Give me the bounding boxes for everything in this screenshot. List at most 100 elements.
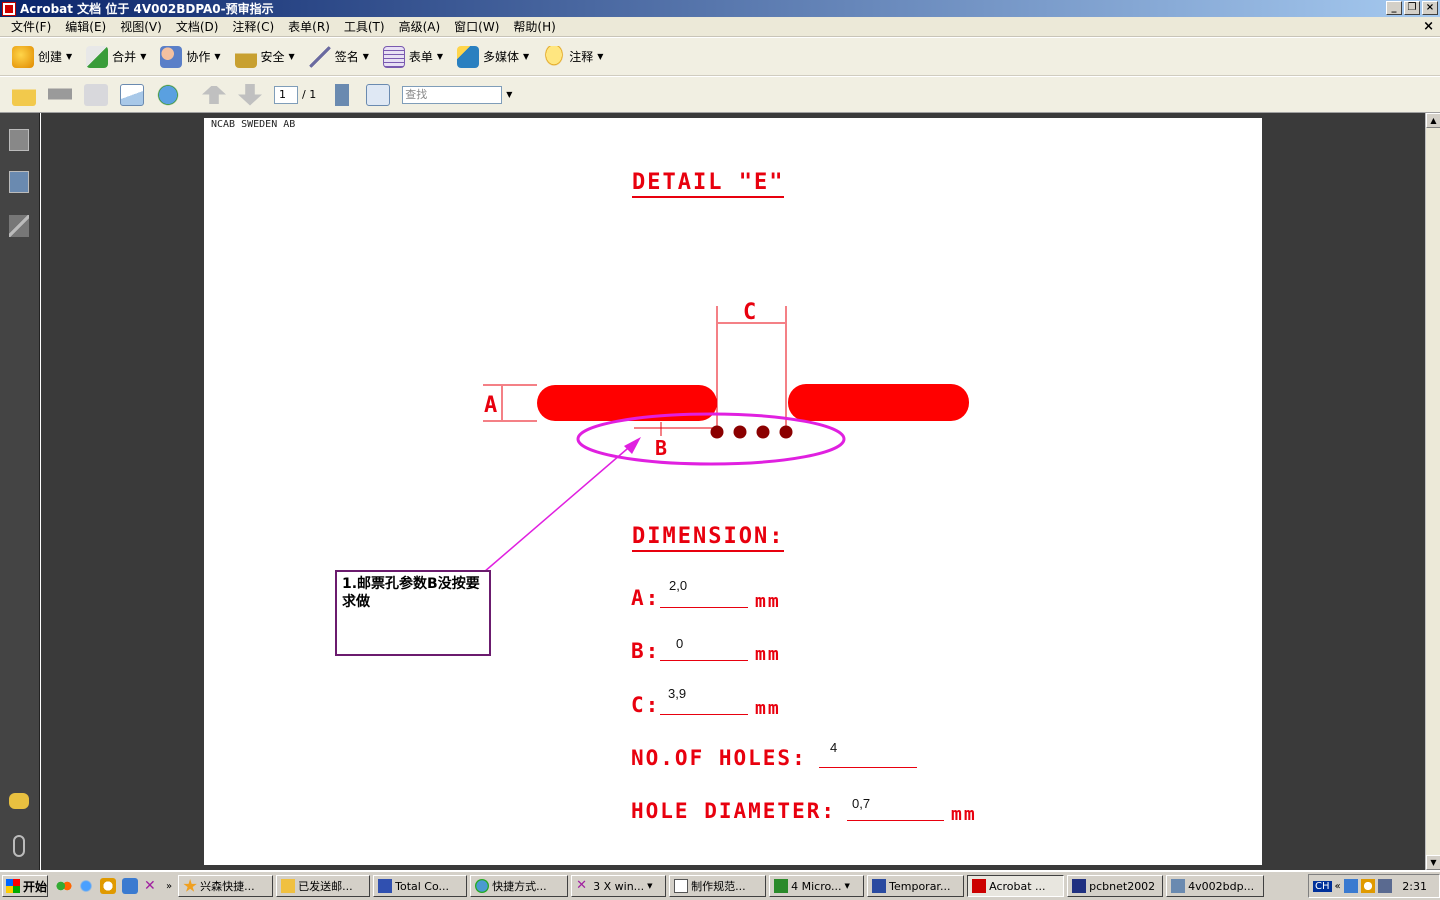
multimedia-button[interactable]: 多媒体 ▼ — [457, 45, 529, 68]
comments-icon[interactable] — [9, 793, 29, 809]
x-app-icon[interactable]: ✕ — [144, 878, 160, 894]
email-icon[interactable] — [120, 83, 144, 106]
find-dropdown-icon[interactable]: ▼ — [506, 90, 512, 99]
row-diameter-value: 0,7 — [852, 796, 871, 811]
quicklaunch-more-icon[interactable]: » — [166, 881, 172, 892]
input-method-indicator[interactable]: CH — [1313, 880, 1332, 892]
start-label: 开始 — [23, 879, 48, 894]
task-button-5[interactable]: ✕ 3 X win... ▼ — [571, 875, 667, 897]
explorer-icon[interactable] — [122, 878, 138, 894]
row-b-unit: mm — [755, 644, 781, 665]
hole-4 — [779, 425, 793, 439]
forms-button[interactable]: 表单 ▼ — [382, 45, 443, 68]
clock[interactable]: 2:31 — [1402, 880, 1427, 893]
mail-sent-icon — [281, 879, 296, 893]
close-button[interactable]: × — [1422, 1, 1438, 15]
dim-label-b: B — [655, 436, 667, 460]
task-label-10: pcbnet2002 — [1089, 879, 1156, 893]
task-label-4: 快捷方式... — [492, 880, 547, 893]
minimize-button[interactable]: _ — [1386, 1, 1402, 15]
fit-width-icon[interactable] — [330, 83, 355, 106]
tray-expand-icon[interactable]: « — [1335, 881, 1341, 892]
clock-tray-icon[interactable] — [1360, 879, 1375, 893]
dim-label-c: C — [743, 300, 756, 325]
menu-view[interactable]: 视图(V) — [113, 18, 169, 35]
task-label-9: Acrobat ... — [989, 879, 1046, 893]
task-label-1: 兴森快捷... — [200, 880, 255, 893]
start-button[interactable]: 开始 — [2, 875, 48, 897]
secure-label: 安全 — [260, 50, 285, 64]
menu-document[interactable]: 文档(D) — [169, 18, 226, 35]
collaborate-button[interactable]: 协作 ▼ — [160, 45, 221, 68]
task-button-4[interactable]: 快捷方式... — [470, 875, 569, 897]
menu-edit[interactable]: 编辑(E) — [58, 18, 113, 35]
monitor-icon[interactable] — [1377, 879, 1392, 893]
forms-label: 表单 — [408, 50, 433, 64]
clock-app-icon[interactable] — [100, 878, 116, 894]
task-toolbar: 创建 ▼ 合并 ▼ 协作 ▼ 安全 ▼ 签名 ▼ 表单 ▼ 多媒体 ▼ 注释 ▼ — [0, 38, 1440, 76]
lock-icon — [234, 45, 257, 68]
signatures-icon[interactable] — [9, 215, 29, 237]
page-number-input[interactable]: 1 — [274, 85, 298, 104]
menu-forms[interactable]: 表单(R) — [281, 18, 337, 35]
open-folder-icon[interactable] — [12, 83, 36, 106]
upload-globe-icon[interactable] — [156, 83, 180, 106]
combine-button[interactable]: 合并 ▼ — [86, 45, 147, 68]
task-button-11[interactable]: 4v002bdp... — [1166, 875, 1265, 897]
pen-icon — [308, 45, 331, 68]
pages-icon[interactable] — [9, 129, 29, 151]
task-button-2[interactable]: 已发送邮... — [276, 875, 371, 897]
previous-page-icon[interactable] — [202, 83, 226, 106]
pdf-file-icon — [1171, 879, 1186, 893]
task-button-7[interactable]: 4 Micro... ▼ — [769, 875, 865, 897]
group-caret-icon: ▼ — [647, 882, 653, 890]
menu-comments[interactable]: 注释(C) — [225, 18, 281, 35]
row-a-value: 2,0 — [669, 578, 688, 593]
secure-button[interactable]: 安全 ▼ — [234, 45, 295, 68]
menu-file[interactable]: 文件(F) — [4, 18, 58, 35]
attachment-icon[interactable] — [13, 835, 25, 857]
vertical-scrollbar[interactable]: ▲ ▼ — [1425, 113, 1440, 870]
task-button-1[interactable]: 兴森快捷... — [178, 875, 274, 897]
scroll-up-icon[interactable]: ▲ — [1426, 113, 1440, 128]
excel-icon — [774, 879, 789, 893]
task-button-acrobat[interactable]: Acrobat ... — [967, 875, 1065, 897]
callout-arrowhead — [624, 437, 641, 454]
task-button-10[interactable]: pcbnet2002 — [1067, 875, 1164, 897]
comment-button[interactable]: 注释 ▼ — [543, 45, 603, 68]
network-icon[interactable] — [1343, 879, 1358, 893]
comment-icon — [543, 45, 566, 68]
task-button-3[interactable]: Total Co... — [373, 875, 468, 897]
task-label-2: 已发送邮... — [298, 880, 353, 893]
chevron-down-icon: ▼ — [140, 52, 147, 61]
print-icon[interactable] — [48, 83, 72, 106]
menu-advanced[interactable]: 高级(A) — [392, 18, 448, 35]
sign-label: 签名 — [334, 50, 359, 64]
messenger-icon[interactable] — [56, 878, 72, 894]
find-input[interactable]: 查找 — [402, 85, 503, 104]
create-button[interactable]: 创建 ▼ — [12, 45, 72, 68]
ie-icon[interactable] — [78, 878, 94, 894]
menu-window[interactable]: 窗口(W) — [447, 18, 506, 35]
dimension-title: DIMENSION: — [632, 524, 785, 552]
task-button-8[interactable]: Temporar... — [867, 875, 965, 897]
bookmarks-icon[interactable] — [9, 171, 29, 193]
fit-page-icon[interactable] — [366, 83, 391, 106]
sign-button[interactable]: 签名 ▼ — [308, 45, 369, 68]
comment-callout[interactable]: 1.邮票孔参数B没按要求做 — [335, 570, 491, 656]
scroll-down-icon[interactable]: ▼ — [1426, 855, 1440, 870]
collaborate-label: 协作 — [186, 50, 211, 64]
hole-2 — [733, 425, 747, 439]
row-b-value: 0 — [676, 636, 684, 651]
task-button-6[interactable]: 制作规范... — [669, 875, 767, 897]
menu-tools[interactable]: 工具(T) — [337, 18, 392, 35]
menu-help[interactable]: 帮助(H) — [506, 18, 562, 35]
restore-button[interactable]: ❐ — [1404, 1, 1420, 15]
task-label-8: Temporar... — [889, 879, 951, 893]
close-document-icon[interactable]: × — [1423, 19, 1434, 34]
row-a-label: A: — [631, 586, 661, 610]
next-page-icon[interactable] — [238, 83, 262, 106]
save-icon[interactable] — [84, 83, 108, 106]
chevron-down-icon: ▼ — [214, 52, 221, 61]
document-area: NCAB SWEDEN AB DETAIL "E" A C B DIMENSIO… — [41, 113, 1425, 870]
